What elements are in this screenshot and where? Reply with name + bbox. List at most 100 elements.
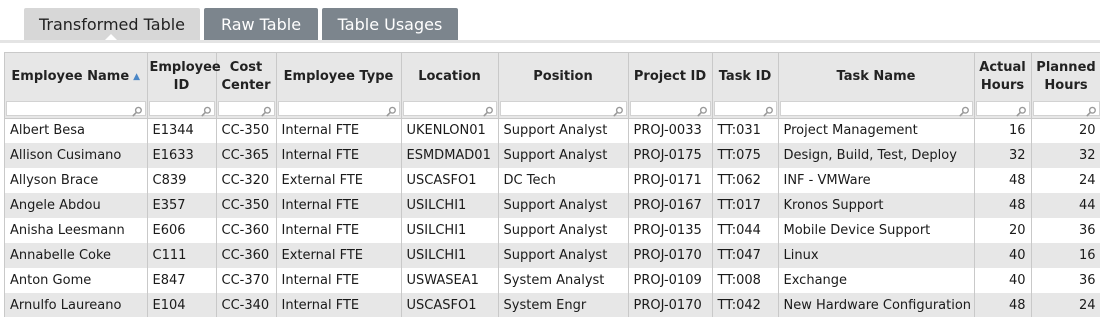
column-header-task-id[interactable]: Task ID [712,53,779,100]
filter-cell [974,100,1032,119]
cell-emp-type: Internal FTE [276,118,402,143]
tab-bar: Transformed Table Raw Table Table Usages [24,8,458,40]
search-icon[interactable] [762,102,774,117]
cell-actual-hours: 20 [974,218,1032,243]
filter-input-position[interactable] [499,101,627,117]
cell-task-id: TT:017 [712,193,779,218]
search-icon[interactable] [385,102,397,117]
column-header-cost-center[interactable]: Cost Center [216,53,277,100]
search-icon[interactable] [612,102,624,117]
cell-cost-center: CC-365 [216,143,277,168]
column-header-label: Task ID [718,68,772,84]
column-header-location[interactable]: Location [401,53,499,100]
data-table: Employee Name ▲ Employee ID Cost Center Empl… [5,53,1100,317]
cell-cost-center: CC-360 [216,243,277,268]
cell-location: USCASFO1 [401,293,499,317]
filter-cell [216,100,277,119]
table-row[interactable]: Anton Gome E847 CC-370 Internal FTE USWASEA1… [5,268,1100,293]
search-icon[interactable] [958,102,970,117]
cell-emp-id: E1344 [147,118,217,143]
filter-cell [712,100,779,119]
cell-emp-type: Internal FTE [276,293,402,317]
filter-input-cost-center[interactable] [217,101,275,117]
cell-project-id: PROJ-0171 [628,168,713,193]
filter-input-task-name[interactable] [779,101,973,117]
cell-emp-id: E357 [147,193,217,218]
cell-actual-hours: 48 [974,193,1032,218]
cell-project-id: PROJ-0175 [628,143,713,168]
cell-location: USILCHI1 [401,243,499,268]
table-row[interactable]: Arnulfo Laureano E104 CC-340 Internal FTE US… [5,293,1100,317]
search-icon[interactable] [1085,102,1097,117]
cell-name: Annabelle Coke [5,243,148,268]
column-header-planned-hours[interactable]: Planned Hours [1031,53,1100,100]
cell-location: USILCHI1 [401,218,499,243]
column-header-project-id[interactable]: Project ID [628,53,713,100]
filter-input-planned-hours[interactable] [1032,101,1100,117]
column-header-actual-hours[interactable]: Actual Hours [974,53,1032,100]
cell-emp-type: Internal FTE [276,143,402,168]
table-row[interactable]: Albert Besa E1344 CC-350 Internal FTE UKENLO… [5,118,1100,143]
table-row[interactable]: Annabelle Coke C111 CC-360 External FTE USIL… [5,243,1100,268]
cell-planned-hours: 36 [1031,218,1100,243]
cell-emp-type: Internal FTE [276,218,402,243]
column-header-label: Employee ID [149,59,221,93]
search-icon[interactable] [482,102,494,117]
search-icon[interactable] [260,102,272,117]
filter-cell [5,100,148,119]
column-header-label: Position [533,68,593,84]
tab-table-usages[interactable]: Table Usages [322,8,458,40]
filter-input-project-id[interactable] [629,101,711,117]
table-row[interactable]: Anisha Leesmann E606 CC-360 Internal FTE USI… [5,218,1100,243]
table-row[interactable]: Allyson Brace C839 CC-320 External FTE USCAS… [5,168,1100,193]
filter-input-location[interactable] [402,101,497,117]
cell-location: UKENLON01 [401,118,499,143]
cell-planned-hours: 32 [1031,143,1100,168]
cell-task-name: New Hardware Configuration [778,293,975,317]
cell-task-name: Design, Build, Test, Deploy [778,143,975,168]
cell-emp-type: External FTE [276,168,402,193]
cell-task-id: TT:042 [712,293,779,317]
tab-raw-table[interactable]: Raw Table [204,8,318,40]
column-header-emp-id[interactable]: Employee ID [147,53,221,100]
sort-ascending-icon[interactable]: ▲ [133,72,140,82]
filter-input-emp-type[interactable] [277,101,400,117]
search-icon[interactable] [131,102,143,117]
cell-planned-hours: 20 [1031,118,1100,143]
cell-task-name: Linux [778,243,975,268]
filter-input-emp-id[interactable] [148,101,215,117]
column-header-label: Project ID [633,68,707,84]
filter-input-name[interactable] [6,101,146,117]
cell-location: USWASEA1 [401,268,499,293]
filter-cell [147,100,217,119]
table-row[interactable]: Allison Cusimano E1633 CC-365 Internal FTE E… [5,143,1100,168]
header-row: Employee Name ▲ Employee ID Cost Center Empl… [5,53,1100,100]
cell-position: Support Analyst [498,118,629,143]
active-tab-indicator [105,34,117,40]
search-icon[interactable] [696,102,708,117]
cell-position: System Engr [498,293,629,317]
column-header-task-name[interactable]: Task Name [778,53,975,100]
data-grid: Employee Name ▲ Employee ID Cost Center Empl… [4,52,1100,317]
cell-project-id: PROJ-0170 [628,293,713,317]
cell-actual-hours: 40 [974,243,1032,268]
cell-emp-type: Internal FTE [276,193,402,218]
cell-project-id: PROJ-0109 [628,268,713,293]
column-header-label: Actual Hours [979,59,1026,93]
column-header-position[interactable]: Position [498,53,629,100]
table-row[interactable]: Angele Abdou E357 CC-350 Internal FTE USILCH… [5,193,1100,218]
cell-planned-hours: 24 [1031,168,1100,193]
search-icon[interactable] [1015,102,1027,117]
column-header-emp-type[interactable]: Employee Type [276,53,402,100]
cell-emp-id: E606 [147,218,217,243]
filter-input-actual-hours[interactable] [975,101,1030,117]
cell-name: Allyson Brace [5,168,148,193]
cell-emp-id: C111 [147,243,217,268]
cell-task-id: TT:062 [712,168,779,193]
cell-planned-hours: 24 [1031,293,1100,317]
column-header-name[interactable]: Employee Name ▲ [5,53,148,100]
filter-input-task-id[interactable] [713,101,777,117]
cell-cost-center: CC-350 [216,118,277,143]
cell-name: Allison Cusimano [5,143,148,168]
search-icon[interactable] [200,102,212,117]
